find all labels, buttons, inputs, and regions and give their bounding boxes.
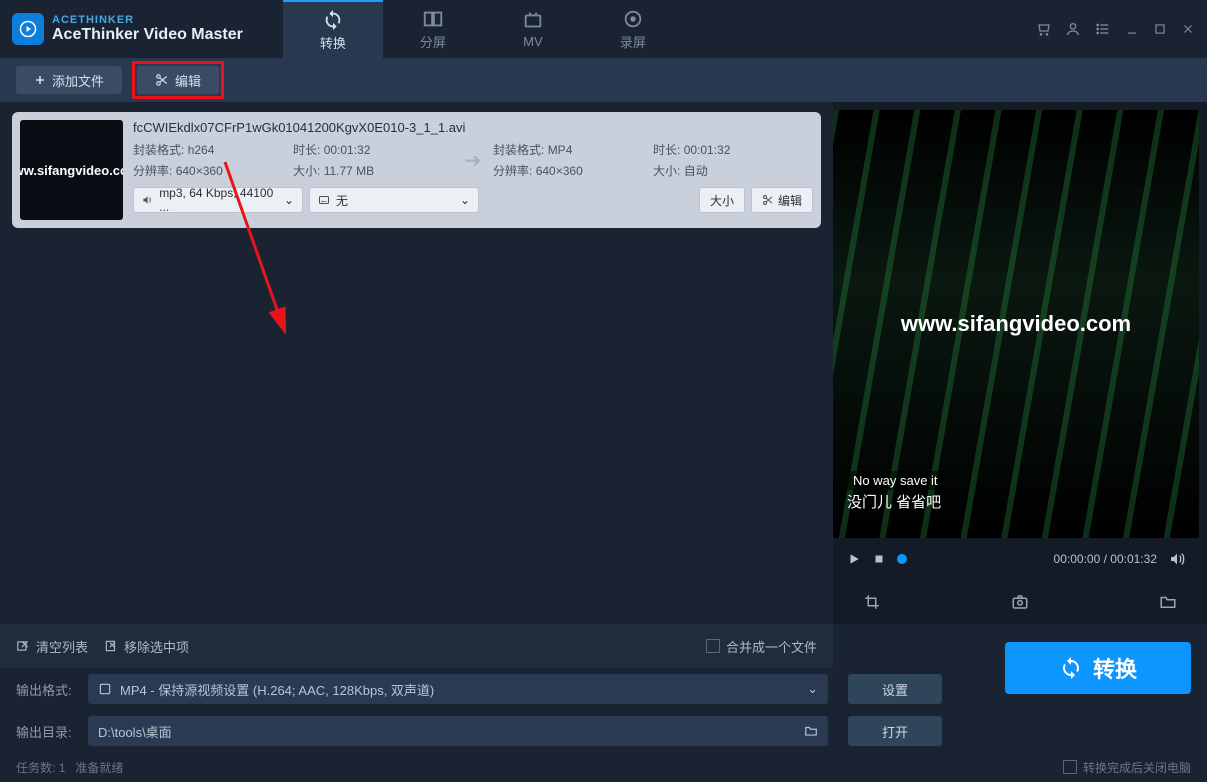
- file-item[interactable]: www.sifangvideo.com fcCWIEkdlx07CFrP1wGk…: [12, 112, 821, 228]
- subtitle-dropdown[interactable]: 无 ⌄: [309, 187, 479, 213]
- logo-icon: [12, 13, 44, 45]
- checkbox-icon: [706, 639, 720, 653]
- tab-split[interactable]: 分屏: [383, 0, 483, 58]
- tab-mv[interactable]: MV: [483, 0, 583, 58]
- snapshot-icon[interactable]: [1011, 593, 1029, 611]
- preview-watermark: www.sifangvideo.com: [901, 311, 1131, 337]
- toolbar: 添加文件 编辑: [0, 58, 1207, 102]
- annotation-highlight: 编辑: [132, 61, 224, 99]
- subtitle-cn: 没门儿 省省吧: [847, 491, 941, 512]
- status-text: 准备就绪: [75, 759, 123, 776]
- menu-icon[interactable]: [1095, 21, 1111, 37]
- cart-icon[interactable]: [1035, 21, 1051, 37]
- preview-video[interactable]: www.sifangvideo.com No way save it 没门儿 省…: [833, 110, 1199, 538]
- stop-icon[interactable]: [873, 553, 885, 565]
- app-name: AceThinker Video Master: [52, 26, 243, 44]
- item-edit-button[interactable]: 编辑: [751, 187, 813, 213]
- task-count: 任务数: 1: [16, 759, 65, 776]
- window-actions: [1035, 21, 1195, 37]
- user-icon[interactable]: [1065, 21, 1081, 37]
- brand-text: ACETHINKER: [52, 14, 243, 26]
- list-actions-bar: 清空列表 移除选中项 合并成一个文件: [0, 624, 833, 668]
- source-meta: 封装格式: h264 分辨率: 640×360: [133, 141, 293, 179]
- file-list-pane: www.sifangvideo.com fcCWIEkdlx07CFrP1wGk…: [0, 102, 833, 624]
- add-file-button[interactable]: 添加文件: [16, 66, 122, 94]
- audio-dropdown[interactable]: mp3, 64 Kbps, 44100 ... ⌄: [133, 187, 303, 213]
- maximize-icon[interactable]: [1153, 22, 1167, 36]
- convert-button[interactable]: 转换: [1005, 642, 1191, 694]
- title-bar: ACETHINKER AceThinker Video Master 转换 分屏…: [0, 0, 1207, 58]
- target-meta: 封装格式: MP4 分辨率: 640×360: [493, 141, 653, 179]
- file-thumbnail: www.sifangvideo.com: [20, 120, 123, 220]
- chevron-down-icon: ⌄: [284, 193, 294, 207]
- shutdown-checkbox[interactable]: 转换完成后关闭电脑: [1063, 759, 1191, 776]
- chevron-down-icon: ⌄: [460, 193, 470, 207]
- time-display: 00:00:00 / 00:01:32: [1054, 552, 1157, 566]
- settings-button[interactable]: 设置: [848, 674, 942, 704]
- volume-icon[interactable]: [1169, 551, 1185, 567]
- tab-convert[interactable]: 转换: [283, 0, 383, 58]
- close-icon[interactable]: [1181, 22, 1195, 36]
- tab-record[interactable]: 录屏: [583, 0, 683, 58]
- app-logo: ACETHINKER AceThinker Video Master: [12, 13, 243, 45]
- clear-list-button[interactable]: 清空列表: [16, 637, 88, 656]
- checkbox-icon: [1063, 760, 1077, 774]
- output-format-dropdown[interactable]: MP4 - 保持源视频设置 (H.264; AAC, 128Kbps, 双声道)…: [88, 674, 828, 704]
- chevron-down-icon: ⌄: [807, 681, 818, 697]
- edit-button[interactable]: 编辑: [137, 66, 219, 94]
- crop-icon[interactable]: [863, 593, 881, 611]
- file-name: fcCWIEkdlx07CFrP1wGk01041200KgvX0E010-3_…: [133, 120, 813, 135]
- main-tabs: 转换 分屏 MV 录屏: [283, 0, 683, 58]
- merge-checkbox[interactable]: 合并成一个文件: [706, 637, 817, 656]
- output-format-label: 输出格式:: [16, 680, 78, 699]
- preview-pane: www.sifangvideo.com No way save it 没门儿 省…: [833, 102, 1207, 624]
- arrow-right-icon: ➔: [453, 148, 493, 173]
- preview-tools: [833, 580, 1207, 624]
- minimize-icon[interactable]: [1125, 22, 1139, 36]
- status-bar: 任务数: 1 准备就绪 转换完成后关闭电脑: [0, 752, 1207, 782]
- size-button[interactable]: 大小: [699, 187, 745, 213]
- browse-icon: [804, 724, 818, 738]
- player-controls: 00:00:00 / 00:01:32: [833, 538, 1199, 580]
- play-icon[interactable]: [847, 552, 861, 566]
- output-dir-label: 输出目录:: [16, 722, 78, 741]
- folder-icon[interactable]: [1159, 593, 1177, 611]
- subtitle-en: No way save it: [847, 471, 944, 490]
- remove-selected-button[interactable]: 移除选中项: [104, 637, 189, 656]
- progress-handle[interactable]: [897, 554, 907, 564]
